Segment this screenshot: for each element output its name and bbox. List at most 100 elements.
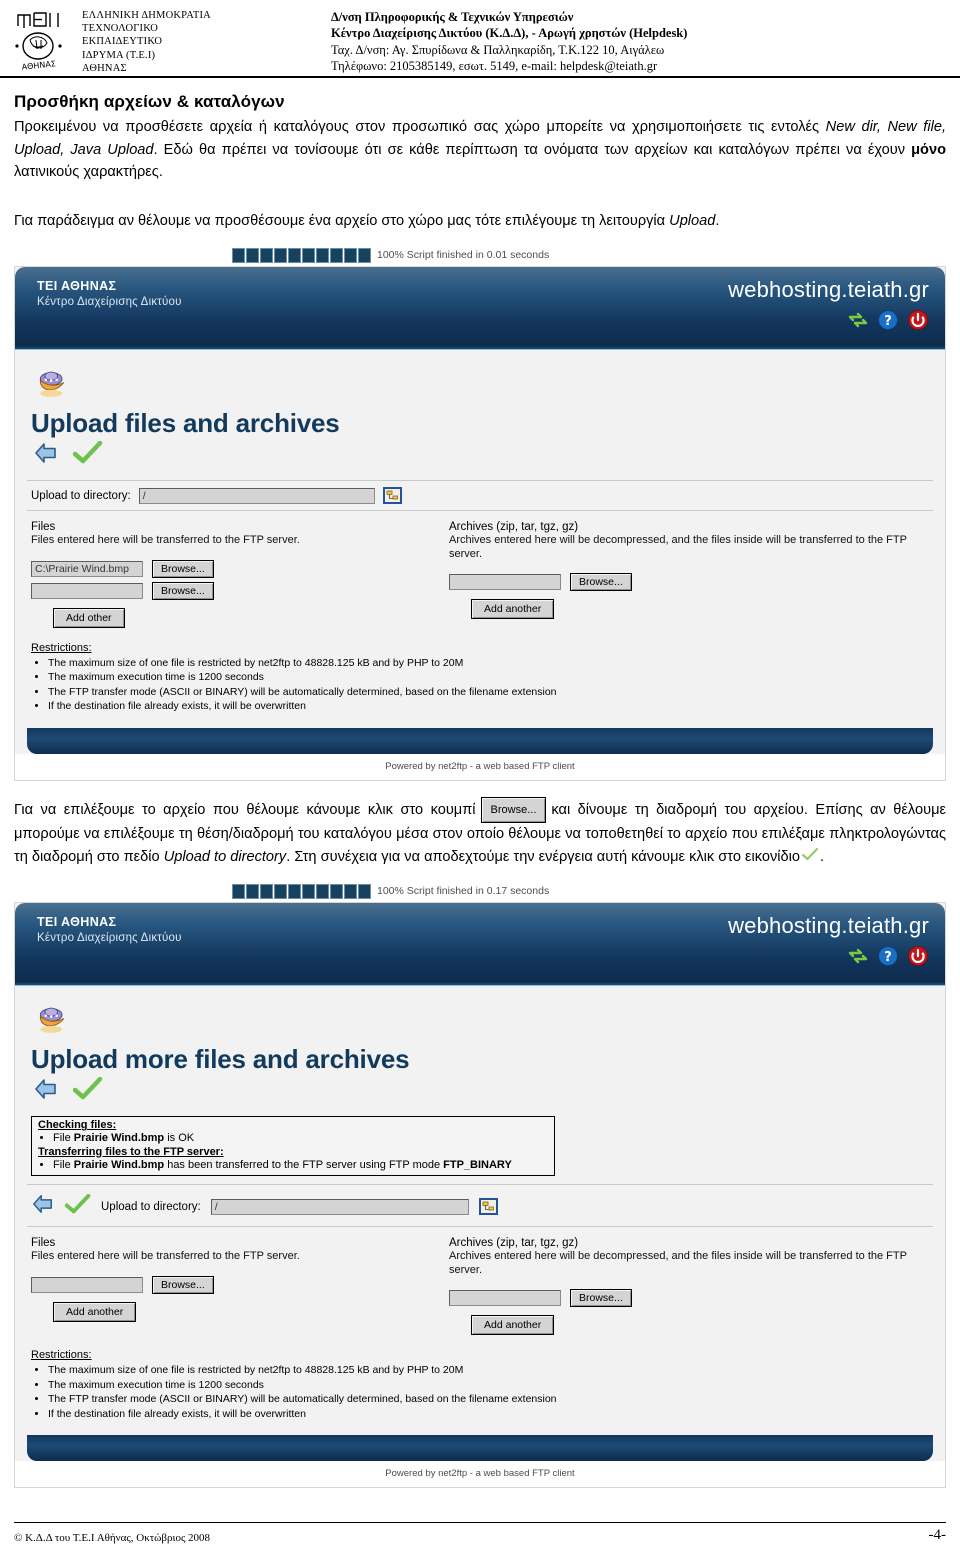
- example-paragraph: Για παράδειγμα αν θέλουμε να προσθέσουμε…: [14, 210, 946, 233]
- app-footer-bar: [27, 1435, 933, 1462]
- powered-by-text: Powered by net2ftp - a web based FTP cli…: [15, 1461, 945, 1488]
- instructions-text-d: .: [820, 848, 825, 865]
- restriction-item: If the destination file already exists, …: [48, 1407, 933, 1422]
- file-input-row: C:\Prairie Wind.bmp Browse...: [31, 559, 449, 578]
- checking-files-list: File Prairie Wind.bmp is OK: [38, 1131, 548, 1146]
- add-another-archive-button[interactable]: Add another: [471, 599, 555, 619]
- restriction-item: The FTP transfer mode (ASCII or BINARY) …: [48, 685, 933, 700]
- upload-directory-row: Upload to directory: /: [31, 1193, 933, 1220]
- back-arrow-icon[interactable]: [31, 1193, 55, 1220]
- upload-columns: Files Files entered here will be transfe…: [31, 521, 933, 628]
- help-icon[interactable]: ?: [877, 945, 899, 967]
- confirm-check-icon[interactable]: [72, 1076, 103, 1106]
- app-footer-bar: [27, 727, 933, 754]
- back-arrow-icon[interactable]: [33, 1077, 59, 1106]
- action-icons-row: [33, 440, 933, 470]
- files-column: Files Files entered here will be transfe…: [31, 1237, 449, 1335]
- letterhead-institution-block: ΕΛΛΗΝΙΚΗ ΔΗΜΟΚΡΑΤΙΑ ΤΕΧΝΟΛΟΓΙΚΟ ΕΚΠΑΙΔΕΥ…: [82, 4, 211, 75]
- app-page-title: Upload files and archives: [31, 408, 340, 438]
- progress-status-text: 100% Script finished in 0.17 seconds: [377, 885, 550, 898]
- ufo-icon: [39, 371, 65, 397]
- letterhead: ΑΘΗΝΑΣ ΕΛΛΗΝΙΚΗ ΔΗΜΟΚΡΑΤΙΑ ΤΕΧΝΟΛΟΓΙΚΟ Ε…: [0, 0, 960, 78]
- file-path-input[interactable]: [31, 582, 143, 599]
- restriction-item: The maximum execution time is 1200 secon…: [48, 1378, 933, 1393]
- letterhead-address-line: Ταχ. Δ/νση: Αγ. Σπυρίδωνα & Παλληκαρίδη,…: [330, 42, 665, 57]
- letterhead-line: ΤΕΧΝΟΛΟΓΙΚΟ: [82, 23, 159, 35]
- restrictions-heading: Restrictions:: [31, 641, 92, 654]
- divider: [27, 1184, 933, 1186]
- instructions-text-a: Για να επιλέξουμε το αρχείο που θέλουμε …: [14, 801, 476, 818]
- progress-status-text: 100% Script finished in 0.01 seconds: [377, 249, 550, 261]
- archive-path-input[interactable]: [449, 574, 561, 590]
- browse-button[interactable]: Browse...: [152, 559, 214, 578]
- browse-button[interactable]: Browse...: [570, 573, 632, 591]
- app-header: ΤΕΙ ΑΘΗΝΑΣ Κέντρο Διαχείρισης Δικτύου we…: [15, 903, 945, 982]
- checking-suffix: is OK: [164, 1132, 195, 1145]
- app-page-title: Upload more files and archives: [31, 1044, 410, 1075]
- app-brand: webhosting.teiath.gr: [728, 913, 929, 939]
- refresh-icon[interactable]: [847, 309, 869, 331]
- divider: [27, 1226, 933, 1228]
- power-icon[interactable]: [907, 945, 929, 967]
- directory-tree-button[interactable]: [382, 487, 402, 504]
- restriction-item: If the destination file already exists, …: [48, 699, 933, 714]
- restrictions-block: Restrictions: The maximum size of one fi…: [31, 1349, 933, 1421]
- letterhead-dept-line: Κέντρο Διαχείρισης Δικτύου (Κ.Δ.Δ), - Αρ…: [330, 26, 688, 41]
- restriction-item: The maximum size of one file is restrict…: [48, 656, 933, 671]
- checking-file-item: File Prairie Wind.bmp is OK: [53, 1131, 548, 1146]
- refresh-icon[interactable]: [847, 945, 869, 967]
- upload-directory-row: Upload to directory: /: [31, 487, 933, 504]
- files-description: Files entered here will be transferred t…: [31, 534, 300, 546]
- files-title: Files: [31, 521, 56, 533]
- restrictions-block: Restrictions: The maximum size of one fi…: [31, 642, 933, 714]
- restriction-item: The maximum execution time is 1200 secon…: [48, 670, 933, 685]
- app-body: Upload files and archives Upload to dire…: [15, 350, 945, 754]
- footer-copyright: © Κ.Δ.Δ του Τ.Ε.Ι Αθήνας, Οκτώβριος 2008: [14, 1532, 211, 1544]
- add-another-file-button[interactable]: Add another: [53, 1301, 137, 1322]
- transferring-files-heading: Transferring files to the FTP server:: [38, 1145, 224, 1158]
- upload-directory-input[interactable]: /: [138, 487, 375, 504]
- browse-button[interactable]: Browse...: [152, 581, 214, 600]
- back-arrow-icon[interactable]: [33, 441, 59, 470]
- intro-paragraph: Προκειμένου να προσθέσετε αρχεία ή καταλ…: [14, 116, 946, 184]
- action-icons-row: [33, 1076, 933, 1106]
- transfer-status-box: Checking files: File Prairie Wind.bmp is…: [31, 1116, 555, 1177]
- confirm-check-icon[interactable]: [64, 1193, 91, 1220]
- archives-title: Archives (zip, tar, tgz, gz): [449, 521, 579, 533]
- restriction-item: The maximum size of one file is restrict…: [48, 1363, 933, 1378]
- archives-description: Archives entered here will be decompress…: [449, 534, 907, 560]
- divider: [27, 480, 933, 481]
- instructions-paragraph: Για να επιλέξουμε το αρχείο που θέλουμε …: [14, 796, 946, 869]
- intro-emphasis: μόνο: [911, 141, 946, 158]
- add-other-file-button[interactable]: Add other: [53, 607, 125, 628]
- letterhead-line: ΑΘΗΝΑΣ: [82, 62, 127, 74]
- archives-title: Archives (zip, tar, tgz, gz): [449, 1237, 579, 1250]
- footer-page-number: -4-: [928, 1527, 947, 1543]
- inline-check-icon: [801, 846, 819, 869]
- confirm-check-icon[interactable]: [72, 440, 103, 470]
- letterhead-line: ΕΚΠΑΙΔΕΥΤΙΚΟ: [82, 36, 163, 48]
- add-another-archive-button[interactable]: Add another: [471, 1315, 555, 1336]
- page-footer: © Κ.Δ.Δ του Τ.Ε.Ι Αθήνας, Οκτώβριος 2008…: [0, 1522, 960, 1566]
- browse-button[interactable]: Browse...: [152, 1275, 214, 1294]
- archive-path-input[interactable]: [449, 1290, 561, 1307]
- letterhead-contact-line: Τηλέφωνο: 2105385149, εσωτ. 5149, e-mail…: [330, 59, 658, 74]
- powered-by-text: Powered by net2ftp - a web based FTP cli…: [15, 753, 945, 780]
- example-text-b: .: [715, 212, 720, 229]
- page-title: Προσθήκη αρχείων & καταλόγων: [14, 92, 285, 111]
- file-input-row: Browse...: [31, 581, 449, 600]
- file-path-input[interactable]: [31, 1276, 143, 1293]
- file-path-input[interactable]: C:\Prairie Wind.bmp: [31, 560, 143, 577]
- files-column: Files Files entered here will be transfe…: [31, 521, 449, 628]
- upload-directory-input[interactable]: /: [210, 1198, 469, 1215]
- browse-button[interactable]: Browse...: [570, 1289, 632, 1308]
- inline-browse-button[interactable]: Browse...: [480, 796, 547, 823]
- help-icon[interactable]: ?: [877, 309, 899, 331]
- directory-tree-button[interactable]: [478, 1198, 498, 1216]
- restriction-item: The FTP transfer mode (ASCII or BINARY) …: [48, 1392, 933, 1407]
- institution-logo-icon: ΑΘΗΝΑΣ: [8, 6, 70, 72]
- app-body: Upload more files and archives Checking …: [15, 986, 945, 1462]
- upload-directory-label: Upload to directory:: [31, 489, 131, 502]
- power-icon[interactable]: [907, 309, 929, 331]
- intro-text-c: λατινικούς χαρακτήρες.: [14, 164, 163, 180]
